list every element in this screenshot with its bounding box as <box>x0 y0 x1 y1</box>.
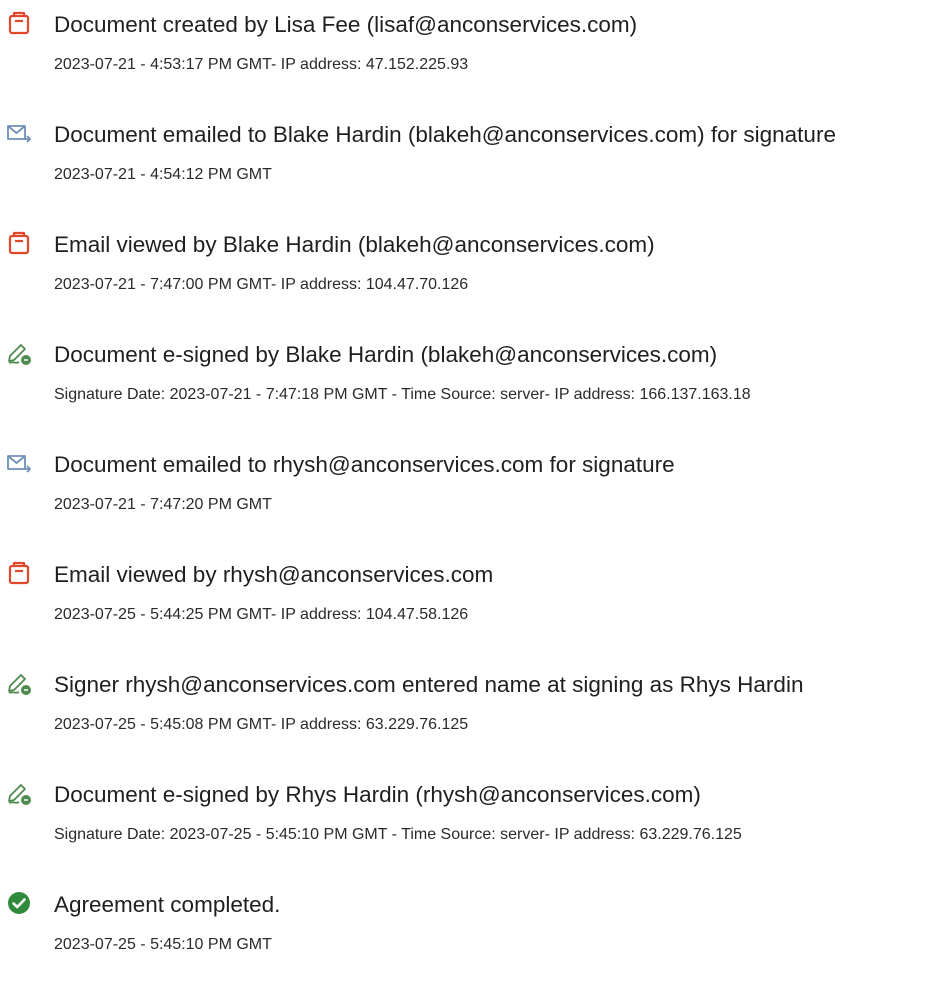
event-title: Agreement completed. <box>54 892 281 917</box>
event-title: Document e-signed by Rhys Hardin (rhysh@… <box>54 782 701 807</box>
event-title: Document created by Lisa Fee (lisaf@anco… <box>54 12 638 37</box>
history-event: Signer rhysh@anconservices.com entered n… <box>0 660 947 770</box>
event-title: Email viewed by Blake Hardin (blakeh@anc… <box>54 232 655 257</box>
history-event: Document e-signed by Rhys Hardin (rhysh@… <box>0 770 947 880</box>
event-detail: 2023-07-21 - 4:53:17 PM GMT- IP address:… <box>54 56 469 73</box>
history-event: Agreement completed. 2023-07-25 - 5:45:1… <box>0 880 947 990</box>
event-title: Email viewed by rhysh@anconservices.com <box>54 562 494 587</box>
event-detail: 2023-07-21 - 4:54:12 PM GMT <box>54 166 272 183</box>
event-detail: 2023-07-25 - 5:44:25 PM GMT- IP address:… <box>54 606 469 623</box>
event-detail: 2023-07-25 - 5:45:08 PM GMT- IP address:… <box>54 716 469 733</box>
event-detail: 2023-07-21 - 7:47:00 PM GMT- IP address:… <box>54 276 469 293</box>
e-sign-pen-icon <box>6 780 32 806</box>
history-event: Document e-signed by Blake Hardin (blake… <box>0 330 947 440</box>
history-event: Email viewed by Blake Hardin (blakeh@anc… <box>0 220 947 330</box>
event-detail: 2023-07-25 - 5:45:10 PM GMT <box>54 936 272 953</box>
event-title: Signer rhysh@anconservices.com entered n… <box>54 672 804 697</box>
document-created-icon <box>6 10 32 36</box>
email-viewed-icon <box>6 560 32 586</box>
audit-history-list: Document created by Lisa Fee (lisaf@anco… <box>0 0 947 957</box>
event-detail: Signature Date: 2023-07-21 - 7:47:18 PM … <box>54 386 751 403</box>
email-viewed-icon <box>6 230 32 256</box>
email-sent-icon <box>6 120 32 146</box>
event-detail: Signature Date: 2023-07-25 - 5:45:10 PM … <box>54 826 742 843</box>
e-sign-pen-icon <box>6 340 32 366</box>
email-sent-icon <box>6 450 32 476</box>
event-detail: 2023-07-21 - 7:47:20 PM GMT <box>54 496 272 513</box>
e-sign-pen-icon <box>6 670 32 696</box>
event-title: Document emailed to rhysh@anconservices.… <box>54 452 675 477</box>
history-event: Document created by Lisa Fee (lisaf@anco… <box>0 0 947 110</box>
history-event: Document emailed to Blake Hardin (blakeh… <box>0 110 947 220</box>
check-circle-icon <box>6 890 32 916</box>
history-event: Email viewed by rhysh@anconservices.com … <box>0 550 947 660</box>
event-title: Document emailed to Blake Hardin (blakeh… <box>54 122 836 147</box>
history-event: Document emailed to rhysh@anconservices.… <box>0 440 947 550</box>
event-title: Document e-signed by Blake Hardin (blake… <box>54 342 718 367</box>
